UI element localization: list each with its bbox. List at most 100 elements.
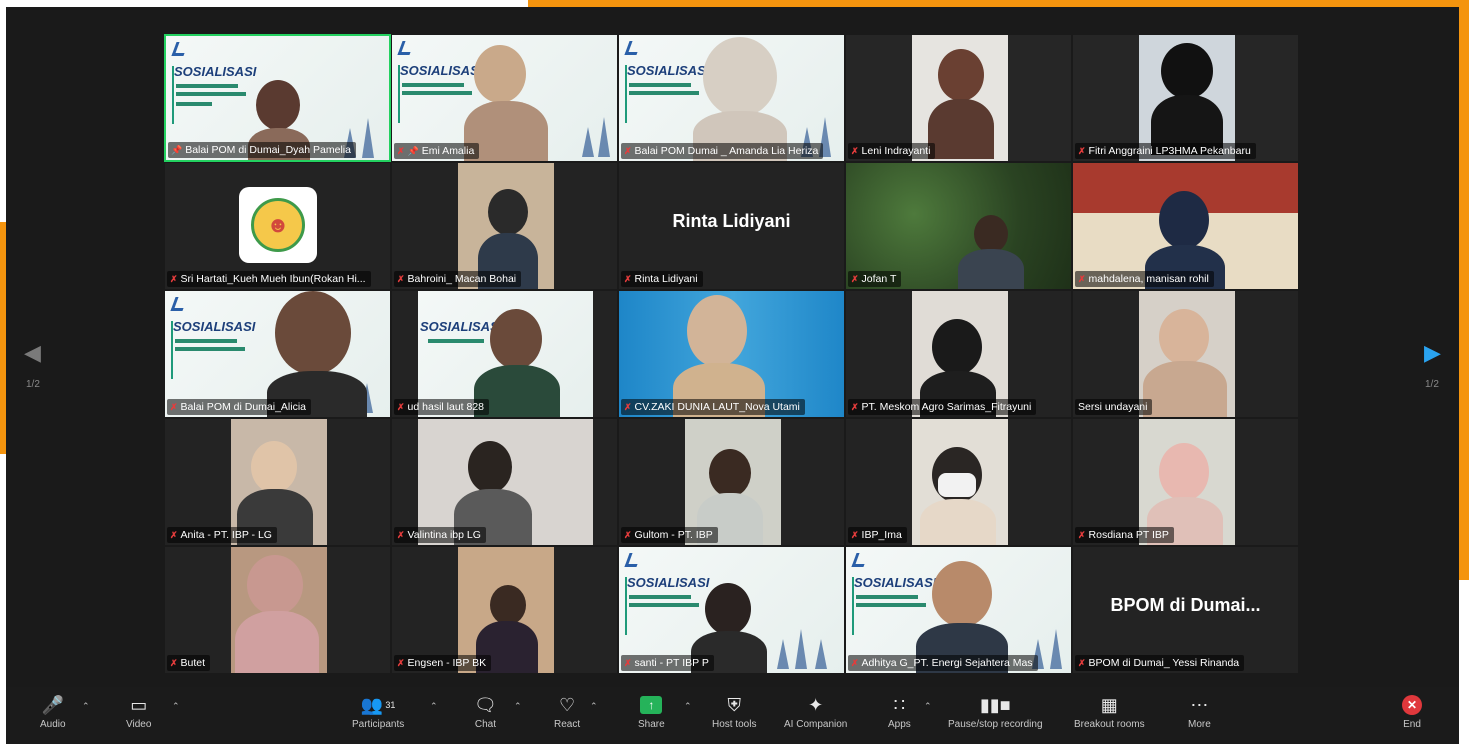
mic-muted-icon: ✗ — [397, 658, 405, 668]
participant-name-tag: ✗ 📌 Emi Amalia — [394, 143, 480, 159]
participant-tile[interactable]: ☻ ✗ Sri Hartati_Kueh Mueh Ibun(Rokan Hi..… — [164, 162, 391, 290]
participant-tile[interactable]: Rinta Lidiyani ✗ Rinta Lidiyani — [618, 162, 845, 290]
page-indicator-right: 1/2 — [1425, 379, 1439, 390]
slide-title: SOSIALISASI — [400, 63, 483, 78]
participant-tile[interactable]: BPOM di Dumai... ✗ BPOM di Dumai_ Yessi R… — [1072, 546, 1299, 674]
participant-name-tag: ✗ Fitri Anggraini LP3HMA Pekanbaru — [1075, 143, 1256, 159]
participant-tile[interactable]: ✗ CV.ZAKI DUNIA LAUT_Nova Utami — [618, 290, 845, 418]
slide-title: SOSIALISASI — [627, 575, 710, 590]
participant-name-tag: ✗ Anita - PT. IBP - LG — [167, 527, 277, 543]
slide-title: SOSIALISASI — [627, 63, 710, 78]
chat-button[interactable]: 🗨 Chat — [474, 693, 497, 730]
participants-button[interactable]: 👥 31 Participants — [352, 693, 404, 730]
participant-tile[interactable]: ✗ Gultom - PT. IBP — [618, 418, 845, 546]
end-meeting-button[interactable]: ✕ End — [1402, 693, 1422, 730]
participant-tile[interactable]: SOSIALISASI ✗ ud hasil laut 828 — [391, 290, 618, 418]
video-options-caret-icon[interactable]: ⌃ — [172, 701, 180, 712]
mic-muted-icon: ✗ — [1078, 658, 1086, 668]
prev-page-arrow-icon[interactable]: ◀ — [24, 340, 41, 366]
video-camera-icon: ▭ — [130, 695, 148, 715]
host-tools-button[interactable]: ⛨ Host tools — [712, 693, 756, 730]
participant-tile[interactable]: ✗ Rosdiana PT IBP — [1072, 418, 1299, 546]
pin-icon: 📌 — [407, 146, 419, 156]
participant-tile[interactable]: ✗ PT. Meskom Agro Sarimas_Fitrayuni — [845, 290, 1072, 418]
share-options-caret-icon[interactable]: ⌃ — [684, 701, 692, 712]
chat-options-caret-icon[interactable]: ⌃ — [514, 701, 522, 712]
apps-button[interactable]: ∷ Apps — [888, 693, 911, 730]
bpom-logo-icon — [624, 41, 642, 55]
participant-name-tag: ✗ IBP_Ima — [848, 527, 907, 543]
participant-tile[interactable]: ✗ Anita - PT. IBP - LG — [164, 418, 391, 546]
participant-name-tag: ✗ Valintina ibp LG — [394, 527, 486, 543]
pause-stop-recording-button[interactable]: ▮▮■ Pause/stop recording — [948, 693, 1043, 730]
participant-name-tag: ✗ mahdalena, manisan rohil — [1075, 271, 1214, 287]
share-button[interactable]: ↑ Share — [638, 693, 665, 730]
breakout-rooms-button[interactable]: ▦ Breakout rooms — [1074, 693, 1145, 730]
mic-muted-icon: ✗ — [397, 530, 405, 540]
share-screen-icon: ↑ — [640, 696, 663, 714]
participants-options-caret-icon[interactable]: ⌃ — [430, 701, 438, 712]
more-button[interactable]: ⋯ More — [1188, 693, 1211, 730]
mic-muted-icon: ✗ — [397, 146, 405, 156]
participant-tile[interactable]: ✗ mahdalena, manisan rohil — [1072, 162, 1299, 290]
participant-tile[interactable]: ✗ Fitri Anggraini LP3HMA Pekanbaru — [1072, 34, 1299, 162]
participant-tile[interactable]: ✗ IBP_Ima — [845, 418, 1072, 546]
mic-muted-icon: ✗ — [1078, 530, 1086, 540]
participant-tile[interactable]: ✗ Engsen - IBP BK — [391, 546, 618, 674]
audio-button[interactable]: 🎤 Audio — [40, 693, 66, 730]
participant-name-tag: ✗ Balai POM di Dumai_Alicia — [167, 399, 312, 415]
participant-tile[interactable]: SOSIALISASI ✗ Balai POM Dumai _ Amanda Li… — [618, 34, 845, 162]
participant-display-name: Rinta Lidiyani — [672, 211, 791, 231]
mic-muted-icon: ✗ — [624, 274, 632, 284]
mic-muted-icon: ✗ — [170, 402, 178, 412]
pin-icon: 📌 — [171, 145, 183, 155]
decorative-frame-right — [1459, 0, 1469, 580]
mic-muted-icon: ✗ — [1078, 274, 1086, 284]
participant-name-tag: ✗ Jofan T — [848, 271, 902, 287]
participant-tile[interactable]: ✗ Jofan T — [845, 162, 1072, 290]
mic-muted-icon: ✗ — [170, 658, 178, 668]
participant-tile[interactable]: SOSIALISASI ✗ santi - PT IBP P — [618, 546, 845, 674]
participant-tile[interactable]: ✗ Valintina ibp LG — [391, 418, 618, 546]
participant-tile[interactable]: SOSIALISASI 📌 Balai POM di Dumai_Dyah Pam… — [164, 34, 391, 162]
participant-tile[interactable]: Sersi undayani — [1072, 290, 1299, 418]
participant-name-tag: ✗ Engsen - IBP BK — [394, 655, 492, 671]
pause-stop-icon: ▮▮■ — [979, 695, 1011, 715]
react-options-caret-icon[interactable]: ⌃ — [590, 701, 598, 712]
next-page-arrow-icon[interactable]: ▶ — [1424, 340, 1441, 366]
slide-title: SOSIALISASI — [854, 575, 937, 590]
react-button[interactable]: ♡ React — [554, 693, 580, 730]
slide-title: SOSIALISASI — [173, 319, 256, 334]
avatar-logo-icon: ☻ — [251, 198, 305, 252]
audio-options-caret-icon[interactable]: ⌃ — [82, 701, 90, 712]
meeting-window: ◀ 1/2 ▶ 1/2 SOSIALISASI 📌 Balai POM di Du… — [6, 7, 1459, 744]
apps-grid-icon: ∷ — [893, 695, 906, 715]
apps-options-caret-icon[interactable]: ⌃ — [924, 701, 932, 712]
bpom-logo-icon — [851, 553, 869, 567]
heart-icon: ♡ — [558, 695, 576, 715]
bpom-logo-icon — [171, 42, 189, 56]
close-icon: ✕ — [1402, 695, 1422, 715]
mic-muted-icon: ✗ — [851, 402, 859, 412]
participant-tile[interactable]: SOSIALISASI ✗ Balai POM di Dumai_Alicia — [164, 290, 391, 418]
participant-tile[interactable]: ✗ Bahroini_ Macan Bohai — [391, 162, 618, 290]
video-button[interactable]: ▭ Video — [126, 693, 151, 730]
ai-companion-button[interactable]: ✦ AI Companion — [784, 693, 847, 730]
participant-name-tag: ✗ santi - PT IBP P — [621, 655, 714, 671]
mic-muted-icon: ✗ — [851, 274, 859, 284]
participant-name-tag: ✗ PT. Meskom Agro Sarimas_Fitrayuni — [848, 399, 1037, 415]
more-dots-icon: ⋯ — [1190, 695, 1209, 715]
participant-tile[interactable]: ✗ Butet — [164, 546, 391, 674]
mic-muted-icon: ✗ — [624, 530, 632, 540]
microphone-icon: 🎤 — [41, 695, 64, 715]
participant-tile[interactable]: SOSIALISASI ✗ Adhitya G_PT. Energi Sejaht… — [845, 546, 1072, 674]
participant-name-tag: ✗ Bahroini_ Macan Bohai — [394, 271, 522, 287]
participant-name-tag: ✗ CV.ZAKI DUNIA LAUT_Nova Utami — [621, 399, 805, 415]
participant-name-tag: ✗ Rinta Lidiyani — [621, 271, 703, 287]
participant-tile[interactable]: SOSIALISASI ✗ 📌 Emi Amalia — [391, 34, 618, 162]
participant-tile[interactable]: ✗ Leni Indrayanti — [845, 34, 1072, 162]
participant-name-tag: ✗ Adhitya G_PT. Energi Sejahtera Mas — [848, 655, 1038, 671]
mic-muted-icon: ✗ — [624, 658, 632, 668]
participant-name-tag: ✗ Balai POM Dumai _ Amanda Lia Heriza — [621, 143, 824, 159]
mic-muted-icon: ✗ — [1078, 146, 1086, 156]
